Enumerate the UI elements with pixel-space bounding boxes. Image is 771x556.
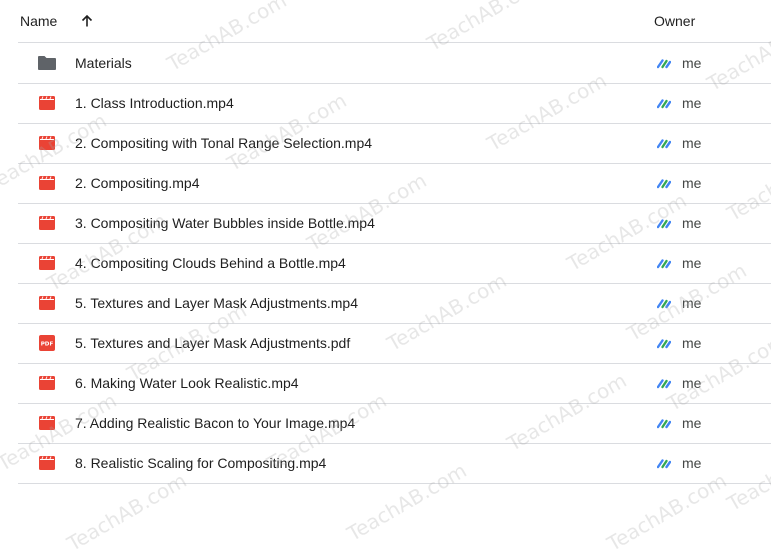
list-header: Name Owner <box>18 0 771 43</box>
file-name[interactable]: 1. Class Introduction.mp4 <box>75 95 234 111</box>
owner-avatar-icon <box>656 457 672 469</box>
file-list: Name Owner Materials me 1. Class Introduct… <box>0 0 771 520</box>
video-icon <box>37 175 57 191</box>
file-row[interactable]: 2. Compositing with Tonal Range Selectio… <box>18 123 771 164</box>
owner-column-header[interactable]: Owner <box>654 13 695 29</box>
owner-name: me <box>682 175 702 191</box>
file-row[interactable]: Materials me <box>18 43 771 84</box>
pdf-icon: PDF <box>37 335 57 351</box>
file-row[interactable]: PDF 5. Textures and Layer Mask Adjustment… <box>18 323 771 364</box>
owner-name: me <box>682 95 702 111</box>
file-row[interactable]: 6. Making Water Look Realistic.mp4 me <box>18 363 771 404</box>
file-name[interactable]: 5. Textures and Layer Mask Adjustments.m… <box>75 295 358 311</box>
owner-name: me <box>682 295 702 311</box>
file-row[interactable]: 8. Realistic Scaling for Compositing.mp4… <box>18 443 771 484</box>
video-icon <box>37 135 57 151</box>
file-name[interactable]: 4. Compositing Clouds Behind a Bottle.mp… <box>75 255 346 271</box>
owner-avatar-icon <box>656 297 672 309</box>
file-row[interactable]: 7. Adding Realistic Bacon to Your Image.… <box>18 403 771 444</box>
file-name[interactable]: 2. Compositing with Tonal Range Selectio… <box>75 135 372 151</box>
file-name[interactable]: 5. Textures and Layer Mask Adjustments.p… <box>75 335 350 351</box>
owner-avatar-icon <box>656 217 672 229</box>
owner-avatar-icon <box>656 337 672 349</box>
owner-avatar-icon <box>656 377 672 389</box>
file-name[interactable]: Materials <box>75 55 132 71</box>
video-icon <box>37 455 57 471</box>
owner-name: me <box>682 255 702 271</box>
name-column-label: Name <box>20 13 58 29</box>
file-row[interactable]: 3. Compositing Water Bubbles inside Bott… <box>18 203 771 244</box>
owner-name: me <box>682 135 702 151</box>
arrow-up-icon[interactable] <box>79 13 95 29</box>
owner-name: me <box>682 415 702 431</box>
svg-text:PDF: PDF <box>41 342 54 348</box>
video-icon <box>37 255 57 271</box>
owner-name: me <box>682 335 702 351</box>
owner-avatar-icon <box>656 137 672 149</box>
folder-icon <box>37 55 57 71</box>
owner-name: me <box>682 215 702 231</box>
name-column-header[interactable]: Name <box>20 13 95 29</box>
file-name[interactable]: 2. Compositing.mp4 <box>75 175 200 191</box>
video-icon <box>37 375 57 391</box>
video-icon <box>37 215 57 231</box>
file-row[interactable]: 1. Class Introduction.mp4 me <box>18 83 771 124</box>
file-name[interactable]: 8. Realistic Scaling for Compositing.mp4 <box>75 455 326 471</box>
owner-avatar-icon <box>656 257 672 269</box>
owner-name: me <box>682 375 702 391</box>
file-row[interactable]: 2. Compositing.mp4 me <box>18 163 771 204</box>
video-icon <box>37 295 57 311</box>
file-name[interactable]: 3. Compositing Water Bubbles inside Bott… <box>75 215 375 231</box>
file-row[interactable]: 5. Textures and Layer Mask Adjustments.m… <box>18 283 771 324</box>
file-name[interactable]: 7. Adding Realistic Bacon to Your Image.… <box>75 415 355 431</box>
owner-avatar-icon <box>656 177 672 189</box>
video-icon <box>37 95 57 111</box>
file-row[interactable]: 4. Compositing Clouds Behind a Bottle.mp… <box>18 243 771 284</box>
owner-name: me <box>682 55 702 71</box>
owner-avatar-icon <box>656 97 672 109</box>
file-name[interactable]: 6. Making Water Look Realistic.mp4 <box>75 375 299 391</box>
owner-avatar-icon <box>656 417 672 429</box>
owner-avatar-icon <box>656 57 672 69</box>
video-icon <box>37 415 57 431</box>
owner-name: me <box>682 455 702 471</box>
